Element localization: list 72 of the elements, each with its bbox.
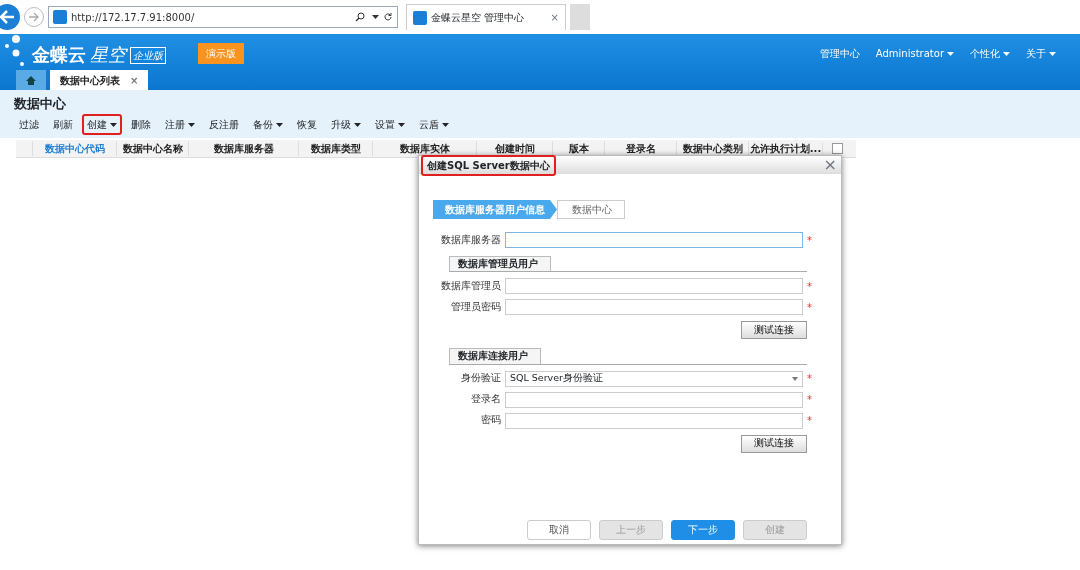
logo-subtext: 星空	[90, 42, 126, 67]
required-mark: *	[807, 372, 812, 386]
input-field[interactable]	[505, 299, 803, 316]
select-field[interactable]: SQL Server身份验证	[505, 370, 803, 387]
select-value: SQL Server身份验证	[510, 371, 603, 386]
section-heading: 数据库管理员用户	[449, 256, 551, 272]
demo-badge: 演示版	[198, 42, 244, 64]
toolbar-dropdown[interactable]: 设置	[370, 113, 410, 135]
toolbar-dropdown[interactable]: 注册	[160, 113, 200, 135]
menu-dropdown[interactable]: 关于	[1026, 45, 1056, 61]
site-icon	[53, 10, 67, 24]
dialog-button[interactable]: 取消	[527, 520, 591, 540]
field-label: 身份验证	[460, 371, 502, 386]
wizard-step[interactable]: 数据中心	[557, 200, 625, 219]
menu-link[interactable]: 管理中心	[819, 45, 860, 61]
edition-label: 企业版	[130, 46, 166, 64]
required-mark: *	[807, 414, 812, 428]
caret-icon	[792, 376, 798, 381]
column-header[interactable]: 数据中心名称	[116, 141, 188, 156]
toolbar-dropdown[interactable]: 升级	[326, 113, 366, 135]
address-field[interactable]: http://172.17.7.91:8000/	[48, 6, 398, 28]
toolbar-button[interactable]: 刷新	[48, 113, 78, 135]
field-label: 登录名	[470, 392, 502, 407]
column-header[interactable]: 数据库服务器	[188, 141, 298, 156]
close-icon[interactable]: ×	[130, 72, 139, 88]
home-tab[interactable]	[16, 70, 46, 90]
page-tab[interactable]: 数据中心列表 ×	[50, 70, 149, 90]
input-field[interactable]	[505, 391, 803, 408]
section-heading: 数据库连接用户	[449, 348, 541, 364]
browser-tab[interactable]: 金蝶云星空 管理中心 ×	[406, 4, 566, 30]
dialog-title: 创建SQL Server数据中心	[421, 154, 556, 176]
column-header[interactable]: 数据中心代码	[32, 141, 116, 156]
toolbar-button[interactable]: 恢复	[292, 113, 322, 135]
menu-dropdown[interactable]: 个性化	[970, 45, 1010, 61]
tab-title: 金蝶云星空 管理中心	[431, 11, 526, 25]
home-icon	[26, 75, 36, 85]
required-mark: *	[807, 393, 812, 407]
toolbar-button[interactable]: 删除	[126, 113, 156, 135]
field-label: 管理员密码	[450, 300, 502, 315]
logo-icon	[4, 34, 24, 68]
input-field[interactable]	[505, 232, 803, 248]
toolbar-dropdown[interactable]: 云盾	[414, 113, 454, 135]
back-button[interactable]	[0, 4, 20, 30]
menu-dropdown[interactable]: Administrator	[875, 45, 954, 61]
toolbar-button[interactable]: 反注册	[204, 113, 244, 135]
required-mark: *	[807, 233, 812, 248]
input-field[interactable]	[505, 412, 803, 429]
page-title: 数据中心	[14, 95, 67, 113]
toolbar-dropdown[interactable]: 创建	[82, 113, 122, 135]
refresh-icon[interactable]	[383, 12, 393, 22]
test-connection-button[interactable]: 测试连接	[741, 434, 807, 453]
url-text: http://172.17.7.91:8000/	[71, 10, 196, 25]
close-icon[interactable]: ×	[550, 10, 559, 25]
select-all-checkbox[interactable]	[832, 143, 843, 154]
forward-icon	[28, 12, 40, 22]
test-connection-button[interactable]: 测试连接	[741, 321, 807, 340]
logo-text: 金蝶云	[32, 42, 86, 67]
site-icon	[413, 10, 427, 25]
column-header[interactable]: 创建时间	[476, 141, 552, 156]
column-header[interactable]: 数据库类型	[298, 141, 372, 156]
field-label: 数据库管理员	[440, 279, 502, 294]
required-mark: *	[807, 279, 812, 294]
input-field[interactable]	[505, 278, 803, 295]
field-label: 数据库服务器	[440, 232, 502, 247]
required-mark: *	[807, 300, 812, 315]
toolbar-dropdown[interactable]: 备份	[248, 113, 288, 135]
toolbar-button[interactable]: 过滤	[14, 113, 44, 135]
field-label: 密码	[480, 413, 502, 428]
caret-icon	[372, 15, 379, 19]
close-icon[interactable]: ×	[823, 153, 837, 177]
search-icon[interactable]	[355, 12, 365, 22]
back-icon	[0, 10, 15, 24]
